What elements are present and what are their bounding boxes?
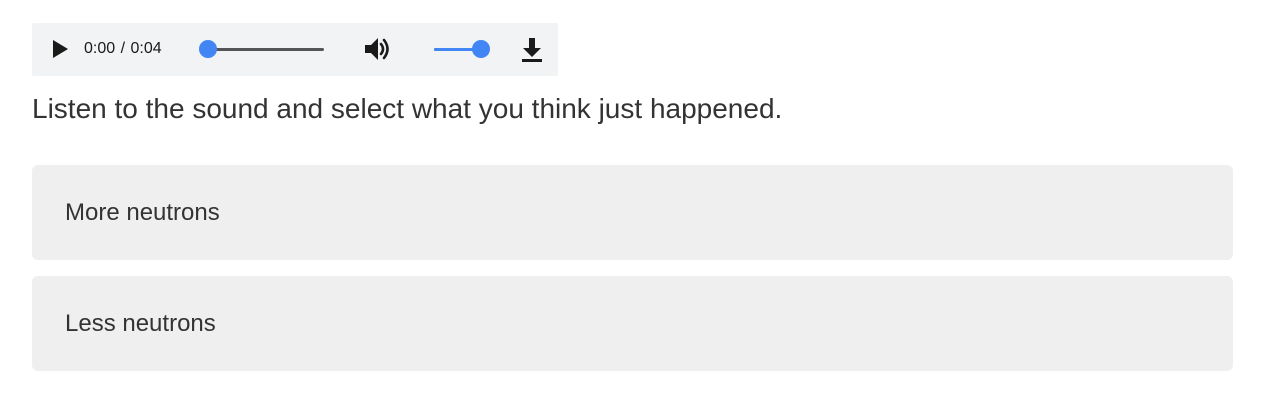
volume-slider[interactable]: [432, 39, 490, 59]
page: 0:00 / 0:04 Listen to the sound and sele…: [0, 0, 1264, 402]
time-display: 0:00 / 0:04: [84, 39, 162, 59]
answer-option-less-neutrons[interactable]: Less neutrons: [32, 276, 1233, 371]
duration: 0:04: [130, 40, 162, 57]
audio-player: 0:00 / 0:04: [32, 23, 558, 76]
volume-icon: [365, 38, 389, 60]
answer-option-more-neutrons[interactable]: More neutrons: [32, 165, 1233, 260]
answer-option-label: More neutrons: [65, 199, 220, 226]
mute-button[interactable]: [362, 35, 392, 63]
time-separator: /: [120, 40, 126, 57]
seek-slider[interactable]: [199, 39, 326, 59]
play-button[interactable]: [48, 37, 72, 61]
answer-option-label: Less neutrons: [65, 310, 216, 337]
current-time: 0:00: [84, 40, 116, 57]
play-icon: [53, 40, 68, 58]
question-prompt: Listen to the sound and select what you …: [32, 93, 783, 124]
seek-thumb[interactable]: [199, 40, 217, 58]
download-button[interactable]: [519, 35, 545, 63]
download-icon: [522, 38, 542, 62]
seek-track: [208, 48, 324, 51]
volume-thumb[interactable]: [472, 40, 490, 58]
